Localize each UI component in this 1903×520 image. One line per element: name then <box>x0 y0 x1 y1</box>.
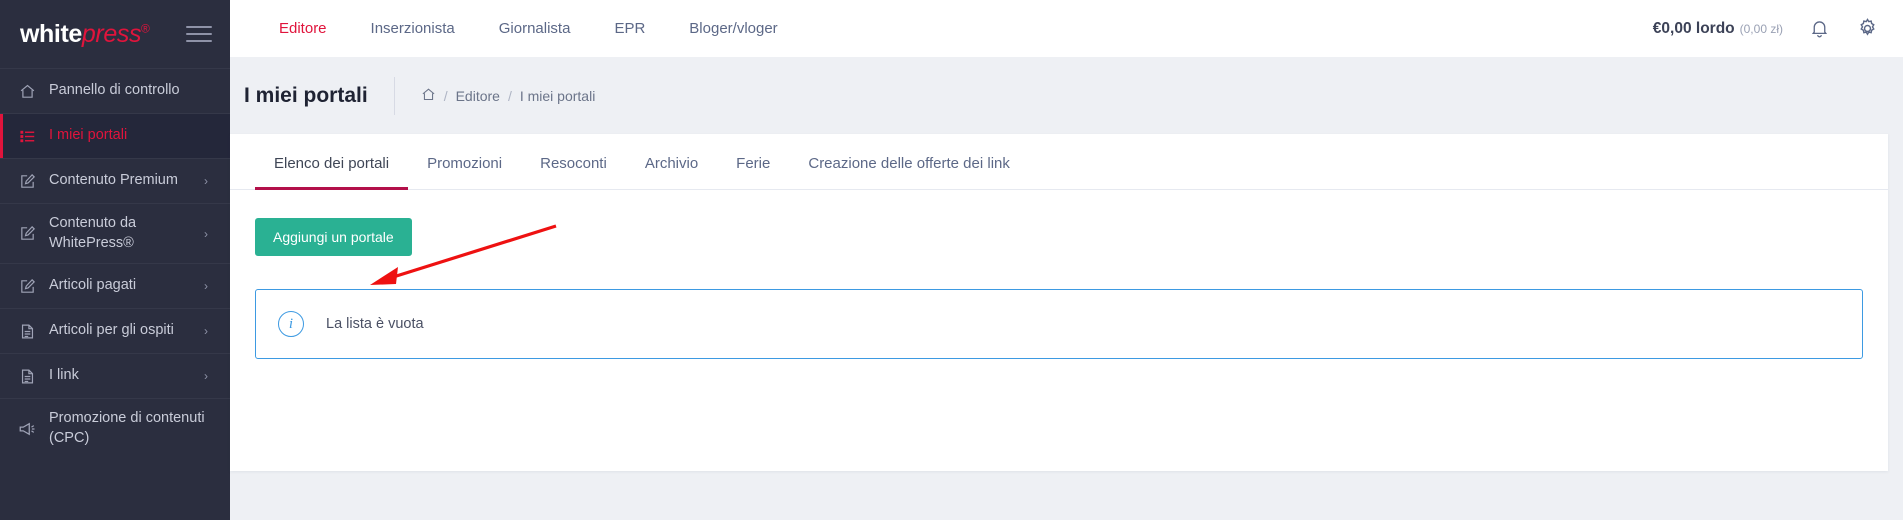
top-nav-epr[interactable]: EPR <box>592 0 667 57</box>
logo-registered-mark: ® <box>141 21 150 36</box>
empty-list-notice: i La lista è vuota <box>255 289 1863 359</box>
tab-elenco-dei-portali[interactable]: Elenco dei portali <box>255 155 409 190</box>
whitepress-logo[interactable]: whitepress® <box>20 19 150 48</box>
edit-document-icon <box>17 224 37 244</box>
sidebar-item-label: I miei portali <box>49 127 128 144</box>
chevron-right-icon: › <box>204 369 208 384</box>
add-portal-button[interactable]: Aggiungi un portale <box>255 218 412 256</box>
brand-header: whitepress® <box>0 0 230 68</box>
page-header: I miei portali / Editore / I miei portal… <box>230 57 1903 134</box>
top-bar-right-area: €0,00 lordo (0,00 zł) <box>1653 17 1903 40</box>
page-title: I miei portali <box>244 83 368 107</box>
sidebar-item-label: Contenuto Premium <box>49 172 178 189</box>
logo-text-press: press <box>81 19 142 48</box>
tab-promozioni[interactable]: Promozioni <box>408 155 521 189</box>
logo-text-white: white <box>20 19 82 48</box>
sidebar-item-label: Promozione di contenuti (CPC) <box>49 410 205 446</box>
megaphone-icon <box>17 419 37 439</box>
home-icon[interactable] <box>421 87 436 105</box>
sidebar-item-label: Pannello di controllo <box>49 82 180 99</box>
sidebar-item-label: I link <box>49 367 79 384</box>
sidebar: whitepress® Pannello di controllo I miei… <box>0 0 230 520</box>
chevron-right-icon: › <box>204 324 208 339</box>
card-body: Aggiungi un portale i La lista è vuota <box>230 190 1888 359</box>
sidebar-item-pannello-di-controllo[interactable]: Pannello di controllo <box>0 68 230 113</box>
tab-archivio[interactable]: Archivio <box>626 155 717 189</box>
hamburger-icon[interactable] <box>186 26 212 42</box>
tab-creazione-delle-offerte-dei-link[interactable]: Creazione delle offerte dei link <box>789 155 1029 189</box>
top-nav-links: Editore Inserzionista Giornalista EPR Bl… <box>230 0 800 57</box>
sidebar-item-label: Contenuto da WhitePress® <box>49 215 137 251</box>
chevron-right-icon: › <box>204 174 208 188</box>
breadcrumb: / Editore / I miei portali <box>393 76 596 115</box>
sidebar-item-i-link[interactable]: I link › <box>0 353 230 398</box>
app-root: whitepress® Pannello di controllo I miei… <box>0 0 1903 520</box>
top-nav-giornalista[interactable]: Giornalista <box>477 0 593 57</box>
document-icon <box>17 321 37 341</box>
sidebar-nav: Pannello di controllo I miei portali Con… <box>0 68 230 458</box>
sidebar-item-label: Articoli pagati <box>49 277 137 294</box>
gear-icon[interactable] <box>1856 17 1879 40</box>
chevron-right-icon: › <box>204 226 208 241</box>
top-nav-inserzionista[interactable]: Inserzionista <box>349 0 477 57</box>
sidebar-item-articoli-per-gli-ospiti[interactable]: Articoli per gli ospiti › <box>0 308 230 353</box>
breadcrumb-separator: / <box>443 87 448 104</box>
account-balance[interactable]: €0,00 lordo (0,00 zł) <box>1653 20 1783 38</box>
balance-amount: €0,00 lordo <box>1652 19 1735 37</box>
tab-bar: Elenco dei portali Promozioni Resoconti … <box>230 134 1888 190</box>
tab-resoconti[interactable]: Resoconti <box>521 155 626 189</box>
breadcrumb-item-editore[interactable]: Editore <box>456 88 500 104</box>
edit-document-icon <box>17 171 37 191</box>
sidebar-item-promozione-di-contenuti-cpc[interactable]: Promozione di contenuti (CPC) <box>0 398 230 458</box>
tab-ferie[interactable]: Ferie <box>717 155 789 189</box>
list-icon <box>17 126 37 146</box>
sidebar-item-label: Articoli per gli ospiti <box>49 322 174 339</box>
info-icon: i <box>278 311 304 337</box>
top-navigation-bar: Editore Inserzionista Giornalista EPR Bl… <box>230 0 1903 57</box>
balance-secondary-amount: (0,00 zł) <box>1739 21 1783 36</box>
sidebar-item-i-miei-portali[interactable]: I miei portali <box>0 113 230 158</box>
home-icon <box>17 81 37 101</box>
sidebar-item-contenuto-premium[interactable]: Contenuto Premium › <box>0 158 230 203</box>
breadcrumb-separator: / <box>507 87 512 104</box>
edit-document-icon <box>17 276 37 296</box>
top-nav-bloger-vloger[interactable]: Bloger/vloger <box>667 0 799 57</box>
sidebar-item-articoli-pagati[interactable]: Articoli pagati › <box>0 263 230 308</box>
document-icon <box>17 366 37 386</box>
chevron-right-icon: › <box>204 279 208 294</box>
breadcrumb-item-current: I miei portali <box>519 87 596 104</box>
content-card: Elenco dei portali Promozioni Resoconti … <box>230 134 1888 471</box>
top-nav-editore[interactable]: Editore <box>257 0 349 57</box>
sidebar-item-contenuto-da-whitepress[interactable]: Contenuto da WhitePress® › <box>0 203 230 263</box>
bell-icon[interactable] <box>1809 18 1830 39</box>
empty-list-text: La lista è vuota <box>326 316 424 332</box>
